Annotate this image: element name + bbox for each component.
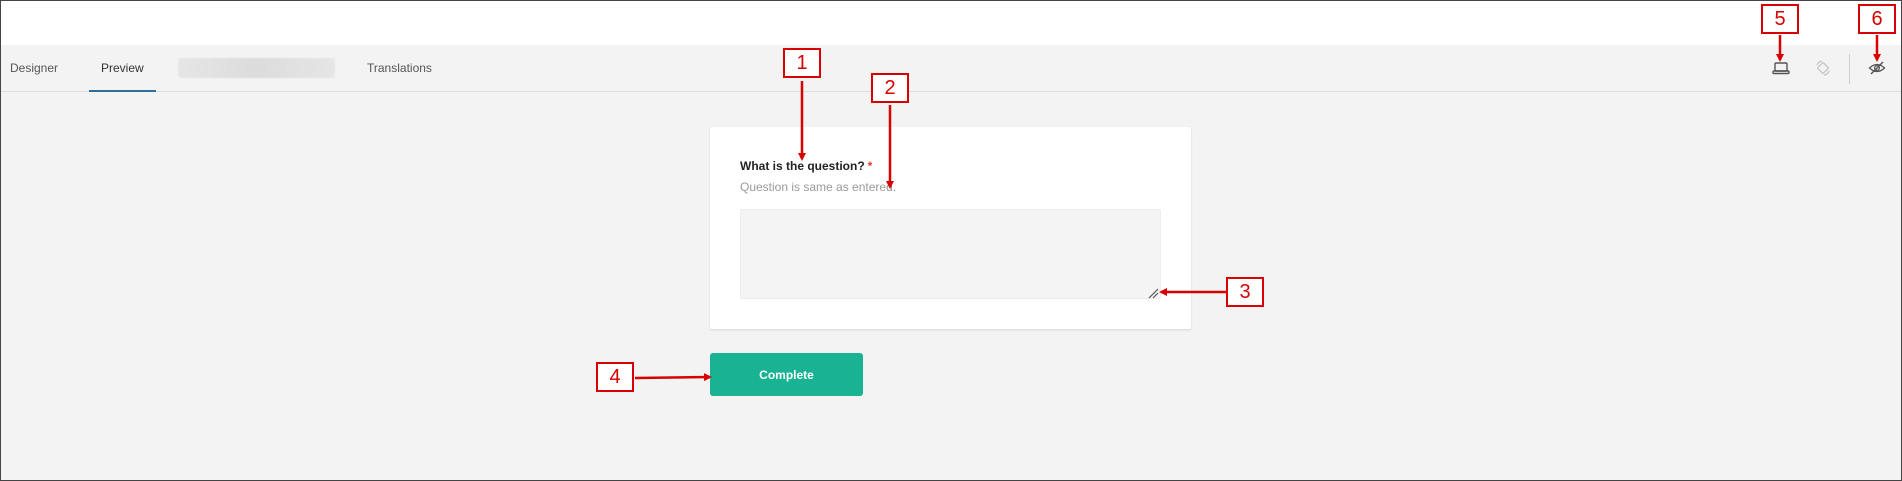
tab-redacted[interactable] [178,58,335,78]
orientation-icon[interactable] [1811,56,1835,80]
question-card: What is the question? * Question is same … [710,127,1191,329]
annotation-label-4: 4 [596,362,634,392]
answer-textarea[interactable] [740,209,1161,299]
tab-designer[interactable]: Designer [10,45,58,92]
resize-handle-icon[interactable] [1147,286,1159,299]
tab-preview[interactable]: Preview [89,45,156,92]
top-strip [1,1,1901,45]
question-description: Question is same as entered. [740,180,897,194]
required-marker: * [867,159,873,173]
annotation-label-3: 3 [1226,277,1264,307]
annotation-label-1: 1 [783,48,821,78]
question-title-text: What is the question? [740,159,865,173]
annotation-label-5: 5 [1761,4,1799,34]
hide-invisible-icon[interactable] [1865,56,1889,80]
question-title: What is the question? * [740,159,872,173]
annotation-label-2: 2 [871,73,909,103]
annotation-label-6: 6 [1858,4,1896,34]
complete-button[interactable]: Complete [710,353,863,396]
toolbar-divider [1849,54,1850,84]
tab-translations[interactable]: Translations [367,45,432,92]
device-icon[interactable] [1769,56,1793,80]
